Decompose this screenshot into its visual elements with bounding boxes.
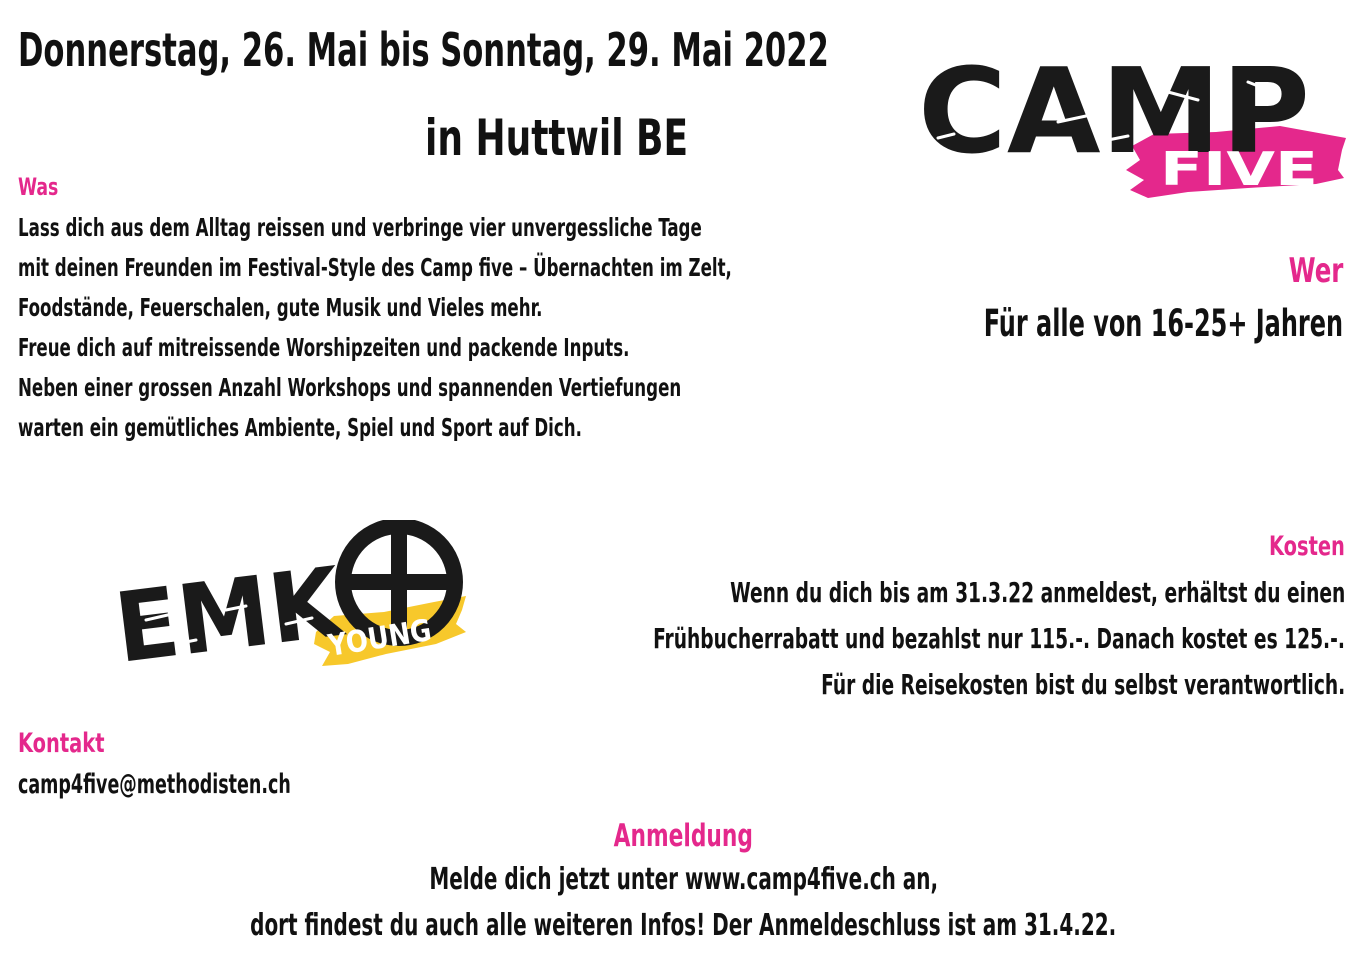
was-heading: Was <box>18 173 59 201</box>
anmeldung-line: dort findest du auch alle weiteren Infos… <box>250 908 1117 943</box>
wer-text: Für alle von 16-25+ Jahren <box>983 302 1343 345</box>
was-line: Foodstände, Feuerschalen, gute Musik und… <box>18 293 543 322</box>
kosten-description: Wenn du dich bis am 31.3.22 anmeldest, e… <box>410 570 1345 708</box>
camp-logo-sub: FIVE <box>1160 142 1318 196</box>
anmeldung-section: Anmeldung Melde dich jetzt unter www.cam… <box>0 815 1367 949</box>
kosten-line: Für die Reisekosten bist du selbst veran… <box>820 668 1345 701</box>
was-line: Freue dich auf mitreissende Worshipzeite… <box>18 333 630 362</box>
was-line: warten ein gemütliches Ambiente, Spiel u… <box>18 413 582 442</box>
kontakt-email: camp4five@methodisten.ch <box>18 769 291 800</box>
was-line: mit deinen Freunden im Festival-Style de… <box>18 253 732 282</box>
emk-logo-word: EMK <box>116 546 351 685</box>
was-line: Neben einer grossen Anzahl Workshops und… <box>18 373 682 402</box>
anmeldung-heading: Anmeldung <box>613 818 754 854</box>
kosten-line: Frühbucherrabatt und bezahlst nur 115.-.… <box>653 622 1345 655</box>
was-line: Lass dich aus dem Alltag reissen und ver… <box>18 213 702 242</box>
kontakt-heading: Kontakt <box>18 728 105 759</box>
kosten-heading: Kosten <box>1269 531 1345 562</box>
header-location: in Huttwil BE <box>425 109 689 167</box>
wer-heading: Wer <box>1288 251 1343 291</box>
anmeldung-line: Melde dich jetzt unter www.camp4five.ch … <box>429 862 938 897</box>
was-description: Lass dich aus dem Alltag reissen und ver… <box>18 208 983 448</box>
camp-five-logo: CAMP FIVE <box>918 52 1346 198</box>
kosten-line: Wenn du dich bis am 31.3.22 anmeldest, e… <box>729 576 1345 609</box>
